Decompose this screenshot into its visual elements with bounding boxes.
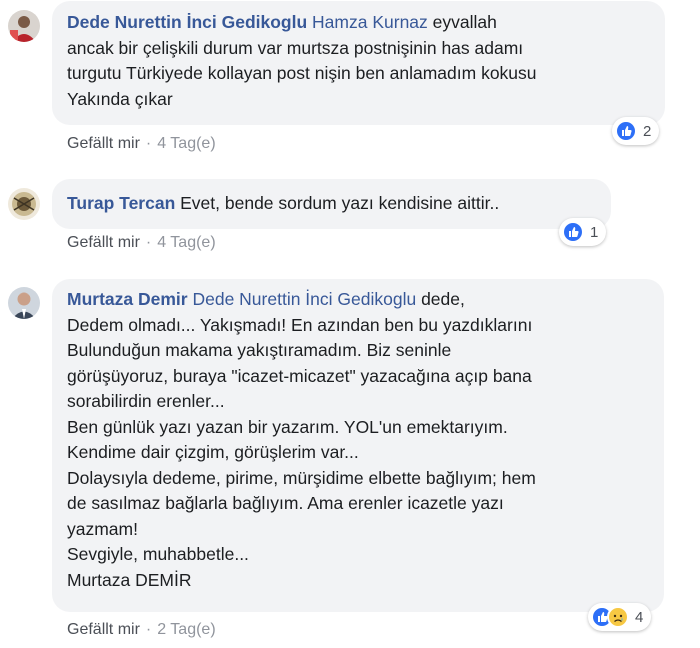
reactions-summary[interactable]: 2 xyxy=(612,117,660,145)
comment-text-line: Dolaysıyla dedeme, pirime, mürşidime elb… xyxy=(67,467,536,488)
comment-actions: Gefällt mir · 2 Tag(e) xyxy=(67,621,216,639)
reaction-count: 4 xyxy=(635,608,644,626)
reaction-count: 1 xyxy=(590,223,599,241)
avatar-dede-nurettin[interactable] xyxy=(8,10,40,42)
comment-text-line: de sasılmaz bağlarla bağlıyım. Ama erenl… xyxy=(67,493,504,513)
like-reaction-icon xyxy=(562,221,584,243)
comment-text-line: Dedem olmadı... Yakışmadı! En azından be… xyxy=(67,314,533,335)
profile-photo-icon xyxy=(8,188,40,220)
avatar-murtaza-demir[interactable] xyxy=(8,287,40,319)
comment-mention[interactable]: Hamza Kurnaz xyxy=(312,12,428,32)
comment-text-line: Ben günlük yazı yazan bir yazarım. YOL'u… xyxy=(67,416,508,437)
comment-text-line: Bulunduğun makama yakıştıramadım. Biz se… xyxy=(67,340,452,360)
comment-author[interactable]: Turap Tercan xyxy=(67,193,175,213)
like-button[interactable]: Gefällt mir xyxy=(67,621,140,638)
comment-mention[interactable]: Dede Nurettin İnci Gedikoglu xyxy=(192,289,416,309)
comment-actions: Gefällt mir · 4 Tag(e) xyxy=(67,135,216,153)
comment-bubble: Dede Nurettin İnci Gedikoglu Hamza Kurna… xyxy=(52,1,665,125)
comment-text-line: Kendime dair çizgim, görüşlerim var... xyxy=(67,442,359,462)
comment-author[interactable]: Murtaza Demir xyxy=(67,289,188,309)
comment-actions: Gefällt mir · 4 Tag(e) xyxy=(67,234,216,252)
avatar-turap-tercan[interactable] xyxy=(8,188,40,220)
comment-text-line: Sevgiyle, muhabbetle... xyxy=(67,544,249,564)
like-button[interactable]: Gefällt mir xyxy=(67,135,140,152)
comment-timestamp[interactable]: 4 Tag(e) xyxy=(157,135,215,152)
reaction-count: 2 xyxy=(643,122,652,140)
comment-timestamp[interactable]: 2 Tag(e) xyxy=(157,621,215,638)
comment-text-line: dede, xyxy=(416,289,465,309)
comment-text-line: turgutu Türkiyede kollayan post nişin be… xyxy=(67,63,537,83)
profile-photo-icon xyxy=(8,10,40,42)
sad-reaction-icon xyxy=(607,606,629,628)
comment-timestamp[interactable]: 4 Tag(e) xyxy=(157,234,215,251)
comment-text-line: görüşüyoruz, buraya "icazet-micazet" yaz… xyxy=(67,365,532,386)
separator-dot: · xyxy=(145,135,152,152)
separator-dot: · xyxy=(145,234,152,251)
separator-dot: · xyxy=(145,621,152,638)
comment-text-line: Yakında çıkar xyxy=(67,88,173,109)
comment-text-line: Evet, bende sordum yazı kendisine aittir… xyxy=(175,193,500,213)
comment-bubble: Murtaza Demir Dede Nurettin İnci Gedikog… xyxy=(52,279,664,612)
comment-text-line: Murtaza DEMİR xyxy=(67,569,192,590)
comment-bubble: Turap Tercan Evet, bende sordum yazı ken… xyxy=(52,179,611,229)
reactions-summary[interactable]: 4 xyxy=(588,603,652,631)
reactions-summary[interactable]: 1 xyxy=(559,218,607,246)
comment-author[interactable]: Dede Nurettin İnci Gedikoglu xyxy=(67,12,307,32)
profile-photo-icon xyxy=(8,287,40,319)
like-reaction-icon xyxy=(615,120,637,142)
like-button[interactable]: Gefällt mir xyxy=(67,234,140,251)
comment-text-line: sorabilirdin erenler... xyxy=(67,391,225,411)
comment-text-line: eyvallah xyxy=(427,12,497,32)
comment-text-line: yazmam! xyxy=(67,518,138,539)
comment-text-line: ancak bir çelişkili durum var murtsza po… xyxy=(67,37,524,58)
